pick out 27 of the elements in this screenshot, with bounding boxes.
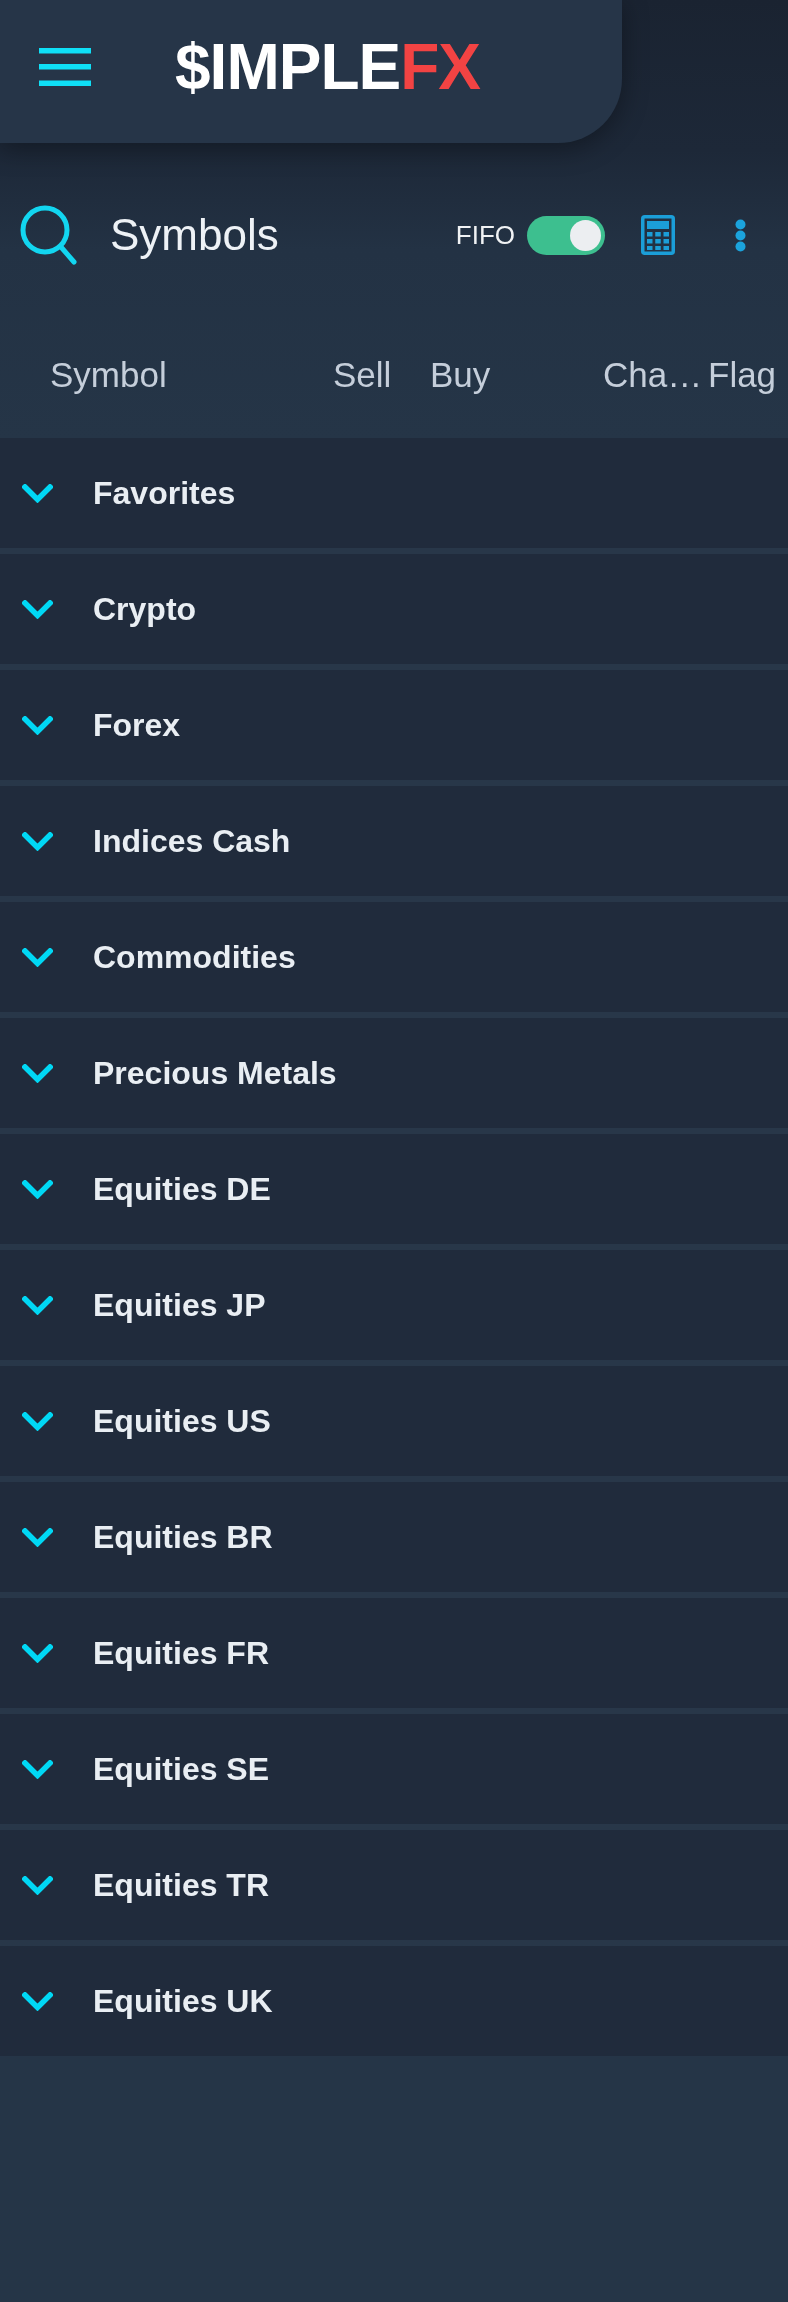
- category-row[interactable]: Favorites: [0, 438, 788, 548]
- column-header: Flag: [708, 355, 777, 395]
- more-options-icon[interactable]: [735, 218, 746, 252]
- fifo-label: FIFO: [455, 219, 515, 251]
- category-row[interactable]: Precious Metals: [0, 1018, 788, 1128]
- category-row[interactable]: Equities DE: [0, 1134, 788, 1244]
- fifo-toggle[interactable]: [527, 215, 605, 255]
- category-row[interactable]: Crypto: [0, 554, 788, 664]
- category-row[interactable]: Equities UK: [0, 1946, 788, 2056]
- logo: $IMPLEFX: [175, 34, 480, 99]
- category-row[interactable]: Equities US: [0, 1366, 788, 1476]
- category-row[interactable]: Indices Cash: [0, 786, 788, 896]
- column-header: Cha…: [603, 355, 703, 395]
- column-header: Symbol: [50, 355, 167, 395]
- category-row[interactable]: Commodities: [0, 902, 788, 1012]
- category-row[interactable]: Equities SE: [0, 1714, 788, 1824]
- category-row[interactable]: Equities FR: [0, 1598, 788, 1708]
- column-header: Sell: [333, 355, 392, 395]
- category-row[interactable]: Equities JP: [0, 1250, 788, 1360]
- column-header: Buy: [430, 355, 491, 395]
- search-icon[interactable]: [20, 205, 77, 265]
- category-row[interactable]: Equities TR: [0, 1830, 788, 1940]
- menu-icon[interactable]: [39, 47, 91, 86]
- panel-title: Symbols: [110, 210, 279, 260]
- category-row[interactable]: Forex: [0, 670, 788, 780]
- calculator-icon[interactable]: [641, 215, 675, 255]
- category-row[interactable]: Equities BR: [0, 1482, 788, 1592]
